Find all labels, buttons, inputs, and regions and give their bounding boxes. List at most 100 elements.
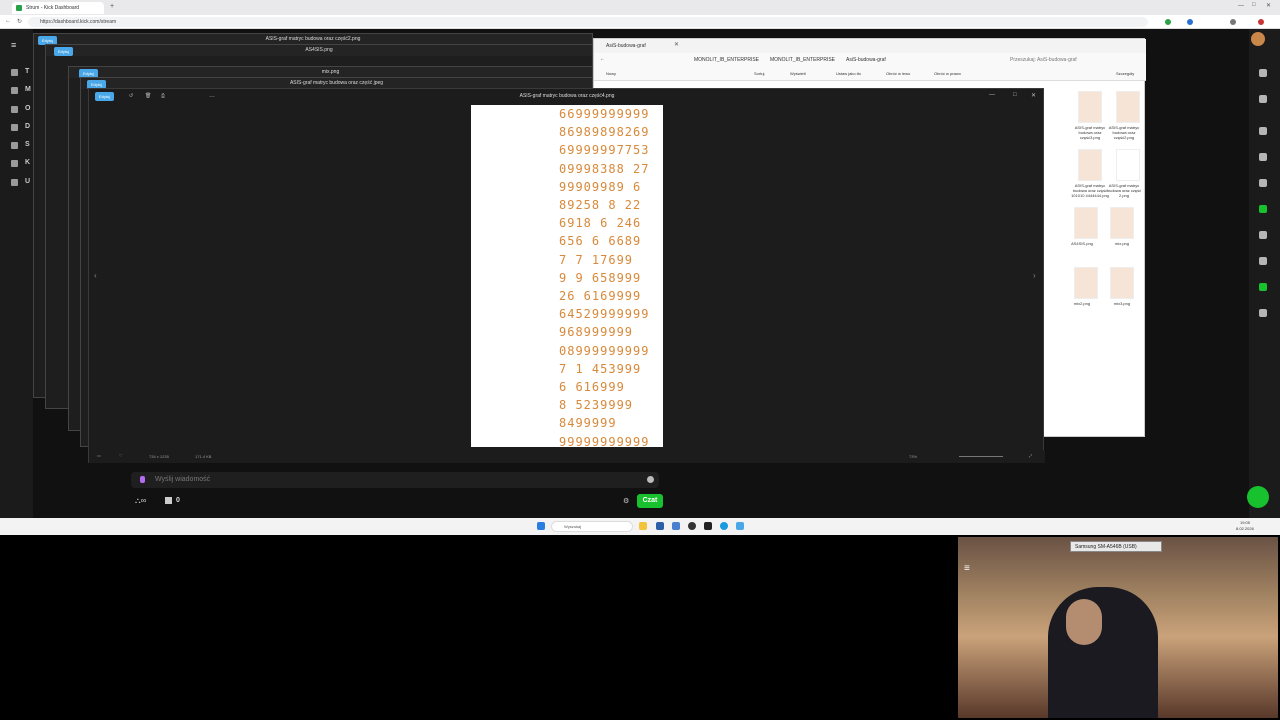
chat-settings-icon[interactable]: ⚙ — [623, 497, 629, 505]
bookmark-star-icon[interactable] — [1187, 19, 1193, 25]
set-background-button[interactable]: Ustaw jako tło — [836, 71, 861, 76]
app-icon[interactable] — [704, 522, 712, 530]
back-icon[interactable]: ← — [600, 56, 605, 62]
hamburger-menu-icon[interactable]: ≡ — [11, 40, 16, 50]
image-text-line: 8499999 — [559, 416, 617, 431]
edit-button[interactable]: Edytuj — [54, 47, 74, 56]
back-icon[interactable]: ← — [5, 18, 11, 24]
taskbar-search[interactable]: Wyszukaj — [551, 521, 633, 532]
explorer-nav-row: ← MONOLIT_IB_ENTERPRISE MONOLIT_IB_ENTER… — [594, 53, 1146, 67]
favorite-icon[interactable]: ♡ — [119, 453, 123, 458]
close-tab-icon[interactable]: ✕ — [674, 41, 679, 48]
view-button[interactable]: Wyświetl — [790, 71, 806, 76]
obs-icon[interactable] — [688, 522, 696, 530]
app-icon[interactable] — [656, 522, 664, 530]
print-icon[interactable]: ⎙ — [161, 93, 165, 99]
emoji-icon[interactable] — [647, 476, 654, 483]
photos-icon[interactable] — [736, 522, 744, 530]
broadcast-icon[interactable] — [1259, 231, 1267, 239]
rail-icon[interactable] — [1259, 309, 1267, 317]
new-button[interactable]: Nowy — [606, 71, 616, 76]
more-options-icon[interactable]: … — [209, 93, 215, 99]
nav-icon[interactable] — [11, 124, 18, 131]
webcam-menu-icon[interactable]: ≡ — [964, 563, 970, 574]
url-input[interactable]: https://dashboard.kick.com/stream — [28, 17, 1148, 27]
photo-viewer-window[interactable]: ASIS-graf matryc budowa oraz część4.png … — [88, 88, 1045, 463]
profile-avatar-icon[interactable] — [1230, 19, 1236, 25]
file-thumbnail[interactable] — [1078, 91, 1102, 123]
minimize-window-icon[interactable]: — — [1238, 3, 1244, 9]
close-window-icon[interactable]: ✕ — [1266, 2, 1271, 9]
file-thumbnail[interactable] — [1116, 91, 1140, 123]
breadcrumb-item[interactable]: MONOLIT_IB_ENTERPRISE — [770, 57, 835, 63]
zoom-level[interactable]: 73% — [909, 454, 917, 459]
nav-icon[interactable] — [11, 179, 18, 186]
minimize-icon[interactable]: — — [989, 92, 995, 98]
wrench-icon[interactable] — [1259, 283, 1267, 291]
rotate-icon[interactable]: ↺ — [129, 93, 133, 99]
browser-menu-icon[interactable] — [1258, 19, 1264, 25]
file-explorer-icon[interactable] — [639, 522, 647, 530]
breadcrumb-item[interactable]: AsiS-budowa-graf — [846, 57, 886, 63]
rail-icon[interactable] — [1259, 127, 1267, 135]
maximize-icon[interactable]: □ — [1013, 92, 1017, 98]
previous-image-icon[interactable]: ‹ — [94, 271, 97, 280]
sort-button[interactable]: Sortuj — [754, 71, 764, 76]
rail-icon[interactable] — [1259, 69, 1267, 77]
clock-date[interactable]: 8.02.2026 — [1236, 526, 1254, 531]
zoom-slider[interactable] — [959, 456, 1003, 457]
start-menu-icon[interactable] — [537, 522, 545, 530]
new-tab-icon[interactable]: + — [110, 3, 114, 10]
nav-icon[interactable] — [11, 87, 18, 94]
nav-icon[interactable] — [11, 142, 18, 149]
delete-icon[interactable]: 🗑 — [145, 93, 151, 99]
filmstrip-icon[interactable]: ▭ — [97, 453, 101, 458]
edge-icon[interactable] — [720, 522, 728, 530]
gift-icon[interactable] — [165, 497, 172, 504]
nav-icon[interactable] — [11, 160, 18, 167]
chat-footer: ⛬∞ 0 ⚙ — [131, 494, 661, 509]
viewer-status-bar: ▭ ♡ 734 x 1235 171.4 KB 73% ⤢ — [89, 450, 1045, 463]
image-text-line: 6918 6 246 — [559, 216, 642, 231]
viewer-title: ASIS-graf matryc budowa oraz część4.png — [519, 93, 615, 99]
nav-icon[interactable] — [11, 69, 18, 76]
support-chat-icon[interactable] — [1247, 486, 1269, 508]
chat-icon[interactable] — [1259, 205, 1267, 213]
file-thumbnail[interactable] — [1078, 149, 1102, 181]
clock-time[interactable]: 19:05 — [1240, 520, 1250, 525]
image-text-line: 968999999 — [559, 325, 634, 340]
file-thumbnail[interactable] — [1116, 149, 1140, 181]
next-image-icon[interactable]: › — [1033, 271, 1036, 280]
edit-button[interactable]: Edytuj — [95, 92, 115, 101]
rotate-left-button[interactable]: Obróć w lewo — [886, 71, 910, 76]
nav-icon[interactable] — [11, 106, 18, 113]
close-icon[interactable]: ✕ — [1031, 92, 1036, 99]
chat-input[interactable]: Wyślij wiadomość — [131, 472, 659, 488]
app-icon[interactable] — [672, 522, 680, 530]
kick-favicon-icon — [16, 5, 22, 11]
file-thumbnail[interactable] — [1074, 207, 1098, 239]
extension-icon[interactable] — [1165, 19, 1171, 25]
rail-icon[interactable] — [1259, 179, 1267, 187]
rotate-right-button[interactable]: Obróć w prawo — [934, 71, 961, 76]
rail-icon[interactable] — [1259, 257, 1267, 265]
file-thumbnail[interactable] — [1110, 207, 1134, 239]
pencil-icon[interactable] — [1259, 95, 1267, 103]
points-icon[interactable]: ⛬∞ — [135, 496, 146, 506]
explorer-search-input[interactable]: Przeszukaj: AsiS-budowa-graf — [1010, 57, 1077, 63]
chat-send-button[interactable]: Czat — [637, 494, 663, 508]
bolt-icon[interactable] — [1259, 153, 1267, 161]
image-text-line: 89258 8 22 — [559, 198, 642, 212]
reload-icon[interactable]: ↻ — [17, 18, 22, 25]
file-thumbnail[interactable] — [1074, 267, 1098, 299]
breadcrumb-item[interactable]: MONOLIT_IB_ENTERPRISE — [694, 57, 759, 63]
maximize-window-icon[interactable]: □ — [1252, 2, 1256, 8]
fullscreen-icon[interactable]: ⤢ — [1029, 453, 1032, 458]
image-text-line: 99999999999 — [559, 434, 650, 447]
avatar[interactable] — [1251, 32, 1265, 46]
nav-letter: M — [25, 86, 31, 93]
details-button[interactable]: Szczegóły — [1116, 71, 1134, 76]
file-thumbnail[interactable] — [1110, 267, 1134, 299]
browser-tab[interactable]: Strum - Kick Dashboard — [12, 2, 104, 14]
mic-icon[interactable] — [140, 476, 145, 483]
